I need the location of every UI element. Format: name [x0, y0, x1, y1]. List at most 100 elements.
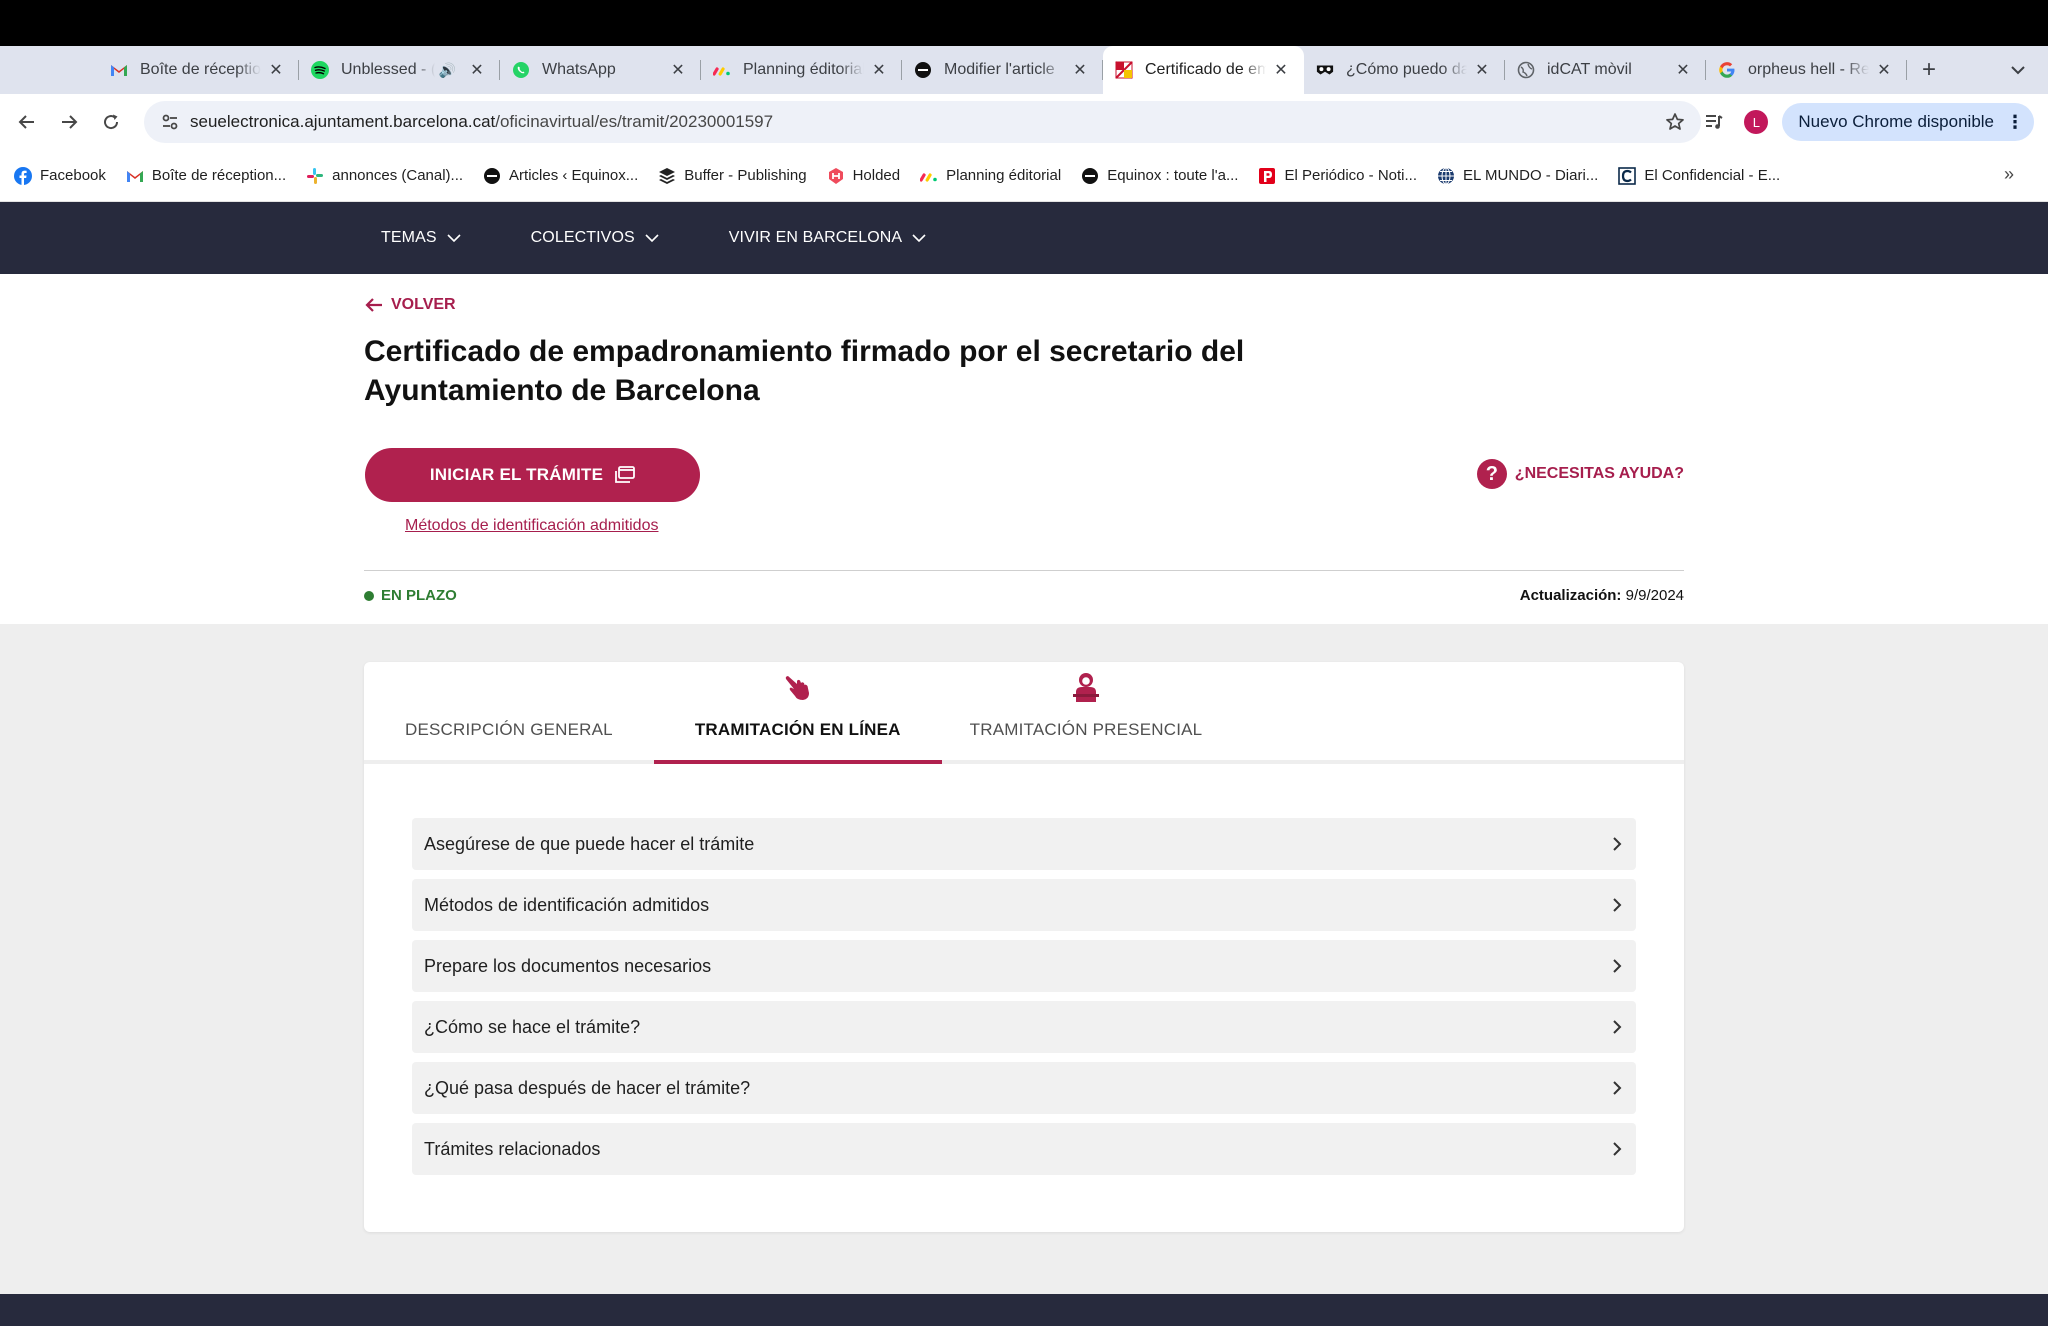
accordion-item[interactable]: Prepare los documentos necesarios — [412, 940, 1636, 992]
help-link[interactable]: ? ¿NECESITAS AYUDA? — [1476, 459, 1684, 489]
close-icon[interactable]: ✕ — [870, 61, 888, 79]
monday-icon — [920, 167, 938, 185]
browser-tab-idcat[interactable]: idCAT mòvil ✕ — [1505, 46, 1706, 94]
speaker-icon[interactable]: 🔊 — [439, 62, 456, 79]
accordion-item[interactable]: Asegúrese de que puede hacer el trámite — [412, 818, 1636, 870]
page-title: Certificado de empadronamiento firmado p… — [364, 335, 1245, 407]
back-link[interactable]: VOLVER — [365, 296, 456, 314]
browser-tab-gmail[interactable]: Boîte de réception ✕ — [98, 46, 299, 94]
tab-title: Boîte de réception — [140, 61, 261, 78]
bookmark-label: EL MUNDO - Diari... — [1463, 167, 1599, 184]
tab-title: Modifier l'article — [944, 61, 1055, 78]
accordion-item[interactable]: ¿Qué pasa después de hacer el trámite? — [412, 1062, 1636, 1114]
close-icon[interactable]: ✕ — [1272, 61, 1290, 79]
os-menu-bar — [0, 0, 2048, 46]
reload-button[interactable] — [90, 101, 132, 143]
bookmark-planning[interactable]: Planning éditorial — [920, 167, 1061, 185]
browser-tab-modifier[interactable]: Modifier l'article ✕ — [902, 46, 1103, 94]
arrow-right-icon — [62, 115, 78, 129]
bookmark-gmail[interactable]: Boîte de réception... — [126, 167, 286, 185]
bookmark-confidencial[interactable]: El Confidencial - E... — [1618, 166, 1781, 185]
status-label: EN PLAZO — [381, 587, 457, 604]
url-path: /oficinavirtual/es/tramit/20230001597 — [495, 112, 774, 131]
chrome-update-button[interactable]: Nuevo Chrome disponible ⋮ — [1782, 103, 2034, 141]
browser-tab-spotify[interactable]: Unblessed - ( 🔊 ✕ — [299, 46, 500, 94]
last-update: Actualización: 9/9/2024 — [1520, 587, 1684, 604]
person-desk-icon — [1072, 672, 1099, 709]
bookmark-equinox[interactable]: Equinox : toute l'a... — [1081, 167, 1238, 185]
bookmark-articles-equinox[interactable]: Articles ‹ Equinox... — [483, 167, 638, 185]
bookmark-periodico[interactable]: El Periódico - Noti... — [1258, 167, 1417, 185]
tab-descripcion-general[interactable]: DESCRIPCIÓN GENERAL — [364, 658, 654, 760]
nav-item-vivir-en-barcelona[interactable]: VIVIR EN BARCELONA — [729, 229, 926, 247]
accordion-item[interactable]: Trámites relacionados — [412, 1123, 1636, 1175]
bookmark-label: El Periódico - Noti... — [1284, 167, 1418, 184]
bookmark-star-icon[interactable] — [1655, 112, 1695, 132]
browser-tab-whatsapp[interactable]: WhatsApp ✕ — [500, 46, 701, 94]
site-settings-icon[interactable] — [150, 113, 190, 131]
forward-button[interactable] — [48, 101, 90, 143]
media-controls-icon[interactable] — [1694, 102, 1734, 142]
mask-icon — [1316, 61, 1334, 79]
close-icon[interactable]: ✕ — [669, 61, 687, 79]
globe-icon — [1517, 61, 1535, 79]
update-label: Nuevo Chrome disponible — [1798, 112, 1994, 131]
start-procedure-label: INICIAR EL TRÁMITE — [429, 465, 604, 484]
periodico-icon — [1258, 167, 1276, 185]
profile-avatar[interactable]: L — [1744, 110, 1769, 134]
tab-search-button[interactable] — [2002, 54, 2034, 86]
new-tab-button[interactable]: + — [1911, 52, 1947, 88]
tab-title: idCAT mòvil — [1547, 61, 1632, 78]
tab-tramitacion-en-linea[interactable]: TRAMITACIÓN EN LÍNEA — [653, 658, 942, 764]
bookmark-slack[interactable]: annonces (Canal)... — [306, 167, 463, 185]
address-bar[interactable]: seuelectronica.ajuntament.barcelona.cat/… — [144, 101, 1701, 143]
bookmark-buffer[interactable]: Buffer - Publishing — [658, 167, 807, 185]
chevron-down-icon — [2011, 65, 2025, 74]
nav-item-temas[interactable]: TEMAS — [381, 229, 461, 247]
bookmark-label: annonces (Canal)... — [332, 167, 464, 184]
accordion-item[interactable]: ¿Cómo se hace el trámite? — [412, 1001, 1636, 1053]
tab-title: WhatsApp — [542, 61, 616, 78]
bookmark-elmundo[interactable]: EL MUNDO - Diari... — [1437, 167, 1598, 185]
browser-tab-como[interactable]: ¿Cómo puedo da ✕ — [1304, 46, 1505, 94]
bookmark-label: El Confidencial - E... — [1644, 167, 1781, 184]
url-text: seuelectronica.ajuntament.barcelona.cat/… — [190, 112, 1655, 132]
status-badge: EN PLAZO — [364, 587, 457, 604]
browser-tab-planning[interactable]: Planning éditorial ✕ — [701, 46, 902, 94]
close-icon[interactable]: ✕ — [1071, 61, 1089, 79]
browser-tab-orpheus[interactable]: orpheus hell - Re ✕ — [1706, 46, 1907, 94]
close-icon[interactable]: ✕ — [468, 61, 486, 79]
browser-toolbar: seuelectronica.ajuntament.barcelona.cat/… — [0, 94, 2048, 150]
accordion-label: ¿Qué pasa después de hacer el trámite? — [424, 1077, 751, 1098]
nav-item-colectivos[interactable]: COLECTIVOS — [531, 229, 659, 247]
chevron-right-icon — [1612, 958, 1622, 974]
bookmark-label: Buffer - Publishing — [684, 167, 807, 184]
accordion-item[interactable]: Métodos de identificación admitidos — [412, 879, 1636, 931]
barcelona-icon — [1115, 61, 1133, 79]
chevron-right-icon — [1612, 897, 1622, 913]
bookmark-holded[interactable]: Holded — [827, 167, 900, 185]
tab-label: DESCRIPCIÓN GENERAL — [405, 720, 613, 739]
external-window-icon — [615, 466, 636, 483]
tab-label: TRAMITACIÓN PRESENCIAL — [969, 720, 1203, 739]
close-icon[interactable]: ✕ — [1473, 61, 1491, 79]
arrow-left-icon — [365, 298, 382, 312]
bookmark-facebook[interactable]: Facebook — [14, 166, 106, 185]
back-button[interactable] — [6, 101, 48, 143]
nav-item-label: TEMAS — [381, 229, 437, 246]
tab-title: ¿Cómo puedo da — [1346, 61, 1467, 78]
close-icon[interactable]: ✕ — [267, 61, 285, 79]
start-procedure-button[interactable]: INICIAR EL TRÁMITE — [365, 448, 700, 502]
spotify-icon — [311, 61, 329, 79]
identification-methods-link[interactable]: Métodos de identificación admitidos — [405, 517, 658, 535]
update-date: 9/9/2024 — [1625, 587, 1684, 604]
bookmark-label: Facebook — [40, 167, 106, 184]
bookmarks-overflow-icon[interactable]: » — [2004, 164, 2014, 185]
close-icon[interactable]: ✕ — [1875, 61, 1893, 79]
tab-tramitacion-presencial[interactable]: TRAMITACIÓN PRESENCIAL — [942, 658, 1231, 760]
buffer-icon — [658, 167, 676, 185]
procedure-tabs: DESCRIPCIÓN GENERAL TRAMITACIÓN EN LÍNEA… — [364, 662, 1684, 764]
browser-tab-certificado[interactable]: Certificado de em ✕ — [1103, 46, 1304, 94]
url-domain: seuelectronica.ajuntament.barcelona.cat — [190, 112, 496, 131]
close-icon[interactable]: ✕ — [1674, 61, 1692, 79]
